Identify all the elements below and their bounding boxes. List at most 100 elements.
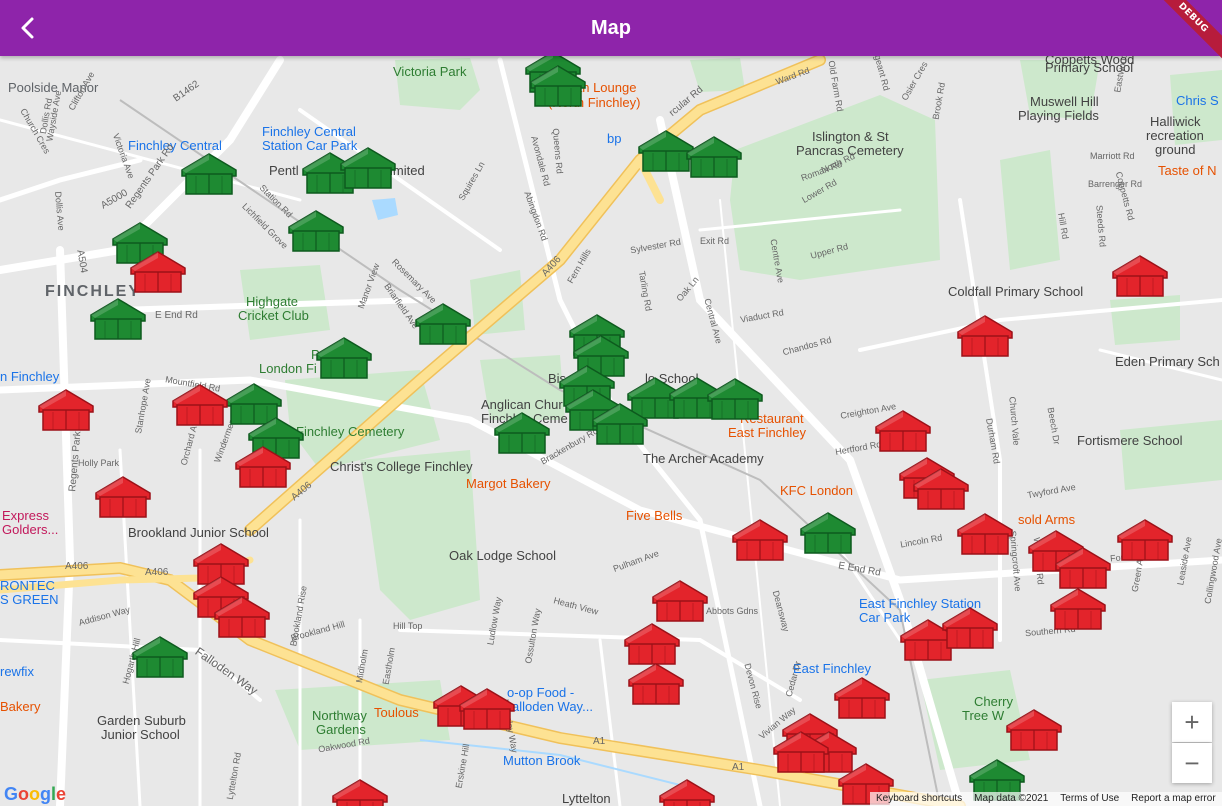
zoom-in-button[interactable]: + [1172,702,1212,742]
red-house-marker[interactable] [729,516,791,564]
house-icon [90,298,146,340]
house-icon [235,446,291,488]
map-footer: Keyboard shortcuts Map data ©2021 Terms … [870,792,1222,806]
park-label: London Fi [259,361,317,376]
poi-label: S GREEN [0,592,59,607]
green-house-marker[interactable] [285,207,347,255]
house-icon [132,636,188,678]
place-label: Lyttelton [562,791,611,806]
green-house-marker[interactable] [589,400,651,448]
street-label: Hill Top [393,621,423,631]
park-label: Northway [312,708,367,723]
house-icon [957,315,1013,357]
green-house-marker[interactable] [412,300,474,348]
place-label: Muswell Hill [1030,94,1099,109]
street-label: Marriott Rd [1090,151,1135,161]
keyboard-shortcuts-link[interactable]: Keyboard shortcuts [870,792,968,806]
house-icon [800,512,856,554]
green-house-marker[interactable] [178,150,240,198]
poi-label: Five Bells [626,508,683,523]
road-label: A1 [593,736,606,747]
house-icon [340,147,396,189]
poi-label: RONTEC [0,578,55,593]
green-house-marker[interactable] [797,509,859,557]
green-house-marker[interactable] [129,633,191,681]
red-house-marker[interactable] [169,381,231,429]
green-house-marker[interactable] [683,133,745,181]
red-house-marker[interactable] [92,473,154,521]
road-label: E End Rd [155,310,198,321]
red-house-marker[interactable] [872,407,934,455]
red-house-marker[interactable] [910,465,972,513]
place-label: Oak Lodge School [449,548,556,563]
house-icon [732,519,788,561]
red-house-marker[interactable] [770,728,832,776]
house-icon [707,378,763,420]
map-data-text: Map data ©2021 [974,793,1049,804]
red-house-marker[interactable] [939,604,1001,652]
road-label: A406 [65,561,89,572]
red-house-marker[interactable] [649,577,711,625]
poi-label: KFC London [780,483,853,498]
poi-label: rewfix [0,664,34,679]
green-house-marker[interactable] [527,62,589,110]
terms-link[interactable]: Terms of Use [1054,792,1125,806]
street-label: Barrenger Rd [1088,179,1143,189]
red-house-marker[interactable] [954,312,1016,360]
red-house-marker[interactable] [35,386,97,434]
place-label: Halliwick [1150,114,1201,129]
green-house-marker[interactable] [704,375,766,423]
road-label: A1 [732,762,745,773]
poi-label: alloden Way... [512,699,593,714]
house-icon [1050,588,1106,630]
house-icon [592,403,648,445]
report-error-link[interactable]: Report a map error [1125,792,1221,806]
map-view[interactable]: Poolside Manor Victoria Park an Lounge (… [0,56,1222,806]
place-label: n Finchley [0,369,60,384]
red-house-marker[interactable] [656,776,718,806]
green-house-marker[interactable] [491,409,553,457]
place-label: recreation [1146,128,1204,143]
green-house-marker[interactable] [337,144,399,192]
park-label: Highgate [246,294,299,309]
house-icon [459,688,515,730]
place-label: Christ's College Finchley [330,459,473,474]
house-icon [1112,255,1168,297]
poi-label: Golders... [2,522,59,537]
red-house-marker[interactable] [954,510,1016,558]
house-icon [181,153,237,195]
red-house-marker[interactable] [1003,706,1065,754]
house-icon [288,210,344,252]
place-label: ground [1155,142,1196,157]
street-label: Exit Rd [700,236,730,246]
zoom-out-button[interactable]: − [1172,743,1212,783]
poi-label: Toulous [374,705,419,720]
place-label: Islington & St [812,129,889,144]
house-icon [494,412,550,454]
street-label: Abbots Gdns [706,606,759,616]
park-label: Victoria Park [393,64,467,79]
house-icon [875,410,931,452]
red-house-marker[interactable] [625,660,687,708]
poi-label: Bakery [0,699,41,714]
place-label: The Archer Academy [643,451,764,466]
red-house-marker[interactable] [329,776,391,806]
house-icon [172,384,228,426]
place-label: Pentl [269,163,299,178]
house-icon [628,663,684,705]
red-house-marker[interactable] [1114,516,1176,564]
red-house-marker[interactable] [127,248,189,296]
red-house-marker[interactable] [232,443,294,491]
green-house-marker[interactable] [87,295,149,343]
red-house-marker[interactable] [1047,585,1109,633]
red-house-marker[interactable] [211,593,273,641]
back-button[interactable] [8,8,48,48]
place-label: Fortismere School [1077,433,1183,448]
red-house-marker[interactable] [456,685,518,733]
place-label: Eden Primary Sch [1115,354,1220,369]
red-house-marker[interactable] [1109,252,1171,300]
green-house-marker[interactable] [313,334,375,382]
house-icon [957,513,1013,555]
poi-label: Express [2,508,49,523]
park-label: Tree W [962,708,1005,723]
